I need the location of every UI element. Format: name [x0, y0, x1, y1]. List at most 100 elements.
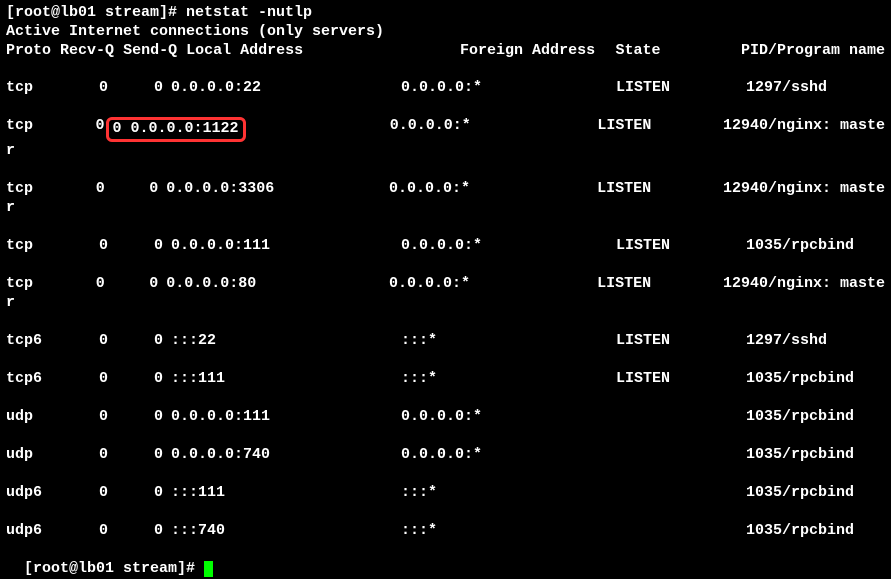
cell-state: [616, 408, 746, 427]
blank-line: [6, 256, 885, 275]
cell-sendq: 0: [113, 180, 167, 199]
blank-line: [6, 351, 885, 370]
cell-local: [168, 117, 390, 142]
cursor-icon: [204, 561, 213, 577]
cell-state: LISTEN: [616, 370, 746, 389]
cell-pid: 1035/rpcbind: [746, 237, 885, 256]
cell-proto: tcp6: [6, 332, 56, 351]
table-body: tcp000.0.0.0:220.0.0.0:*LISTEN1297/sshdt…: [6, 60, 885, 541]
prompt-text: [root@lb01 stream]#: [24, 560, 204, 577]
cell-sendq: 0: [116, 484, 171, 503]
table-row: tcp000.0.0.0:33060.0.0.0:*LISTEN12940/ng…: [6, 180, 885, 199]
cell-local: 0.0.0.0:3306: [166, 180, 389, 199]
header-pid: PID/Program name: [741, 42, 885, 61]
cell-sendq: 0 0.0.0.0:1122: [113, 117, 168, 142]
cell-recvq: 0: [54, 180, 112, 199]
cell-pid: 1297/sshd: [746, 332, 885, 351]
cell-state: LISTEN: [597, 275, 723, 294]
cell-foreign: :::*: [401, 332, 616, 351]
cell-recvq: 0: [56, 408, 116, 427]
cell-state: [616, 484, 746, 503]
cell-recvq: 0: [56, 79, 116, 98]
cell-recvq: 0: [56, 370, 116, 389]
cell-proto: udp6: [6, 522, 56, 541]
cell-sendq: 0: [113, 275, 167, 294]
table-row: tcp00 0.0.0.0:1122 0.0.0.0:*LISTEN12940/n…: [6, 117, 885, 142]
cell-proto: tcp: [6, 180, 54, 199]
blank-line: [6, 98, 885, 117]
cell-state: LISTEN: [597, 117, 723, 142]
cell-foreign: :::*: [401, 522, 616, 541]
cell-pid: 12940/nginx: maste: [723, 180, 885, 199]
table-row: tcp000.0.0.0:220.0.0.0:*LISTEN1297/sshd: [6, 79, 885, 98]
table-row: tcp600:::22:::*LISTEN1297/sshd: [6, 332, 885, 351]
cell-sendq: 0: [116, 79, 171, 98]
cell-recvq: 0: [56, 484, 116, 503]
cell-sendq: 0: [116, 332, 171, 351]
wrapped-line: r: [6, 294, 885, 313]
cell-proto: tcp: [6, 237, 56, 256]
table-row: tcp600:::111:::*LISTEN1035/rpcbind: [6, 370, 885, 389]
cell-recvq: 0: [56, 332, 116, 351]
active-connections-label: Active Internet connections (only server…: [6, 23, 885, 42]
header-proto: Proto Recv-Q Send-Q: [6, 42, 186, 61]
header-local: Local Address: [186, 42, 408, 61]
table-row: udp000.0.0.0:7400.0.0.0:*1035/rpcbind: [6, 446, 885, 465]
cell-recvq: 0: [54, 117, 112, 142]
prompt-line[interactable]: [root@lb01 stream]#: [6, 541, 885, 579]
cell-foreign: :::*: [401, 370, 616, 389]
cell-local: :::22: [171, 332, 401, 351]
blank-line: [6, 503, 885, 522]
cell-local: 0.0.0.0:111: [171, 408, 401, 427]
cell-proto: udp6: [6, 484, 56, 503]
cell-foreign: 0.0.0.0:*: [401, 79, 616, 98]
cell-proto: tcp: [6, 117, 54, 142]
table-row: udp000.0.0.0:1110.0.0.0:*1035/rpcbind: [6, 408, 885, 427]
table-row: udp600:::740:::*1035/rpcbind: [6, 522, 885, 541]
blank-line: [6, 389, 885, 408]
cell-foreign: 0.0.0.0:*: [401, 237, 616, 256]
wrapped-line: r: [6, 199, 885, 218]
blank-line: [6, 313, 885, 332]
cell-pid: 1035/rpcbind: [746, 370, 885, 389]
wrapped-line: r: [6, 142, 885, 161]
cell-foreign: :::*: [401, 484, 616, 503]
header-state: State: [616, 42, 741, 61]
cell-pid: 1297/sshd: [746, 79, 885, 98]
cell-local: 0.0.0.0:740: [171, 446, 401, 465]
command-line: [root@lb01 stream]# netstat -nutlp: [6, 4, 885, 23]
cell-local: :::740: [171, 522, 401, 541]
cell-pid: 1035/rpcbind: [746, 408, 885, 427]
cell-pid: 1035/rpcbind: [746, 522, 885, 541]
cell-state: LISTEN: [616, 237, 746, 256]
table-row: tcp000.0.0.0:1110.0.0.0:*LISTEN1035/rpcb…: [6, 237, 885, 256]
cell-foreign: 0.0.0.0:*: [401, 408, 616, 427]
cell-local: 0.0.0.0:111: [171, 237, 401, 256]
cell-sendq: 0: [116, 408, 171, 427]
cell-proto: tcp: [6, 275, 54, 294]
cell-recvq: 0: [56, 446, 116, 465]
cell-state: LISTEN: [616, 332, 746, 351]
cell-foreign: 0.0.0.0:*: [390, 117, 598, 142]
cell-proto: udp: [6, 408, 56, 427]
cell-proto: tcp: [6, 79, 56, 98]
blank-line: [6, 427, 885, 446]
cell-proto: tcp6: [6, 370, 56, 389]
cell-pid: 12940/nginx: maste: [723, 117, 885, 142]
cell-sendq: 0: [116, 237, 171, 256]
cell-recvq: 0: [56, 522, 116, 541]
cell-pid: 12940/nginx: maste: [723, 275, 885, 294]
cell-state: LISTEN: [616, 79, 746, 98]
table-header: Proto Recv-Q Send-Q Local Address Foreig…: [6, 42, 885, 61]
cell-state: [616, 446, 746, 465]
blank-line: [6, 218, 885, 237]
cell-pid: 1035/rpcbind: [746, 484, 885, 503]
cell-local: 0.0.0.0:80: [166, 275, 389, 294]
blank-line: [6, 161, 885, 180]
cell-proto: udp: [6, 446, 56, 465]
blank-line: [6, 465, 885, 484]
table-row: tcp000.0.0.0:800.0.0.0:*LISTEN12940/ngin…: [6, 275, 885, 294]
cell-state: LISTEN: [597, 180, 723, 199]
cell-local: 0.0.0.0:22: [171, 79, 401, 98]
cell-sendq: 0: [116, 370, 171, 389]
